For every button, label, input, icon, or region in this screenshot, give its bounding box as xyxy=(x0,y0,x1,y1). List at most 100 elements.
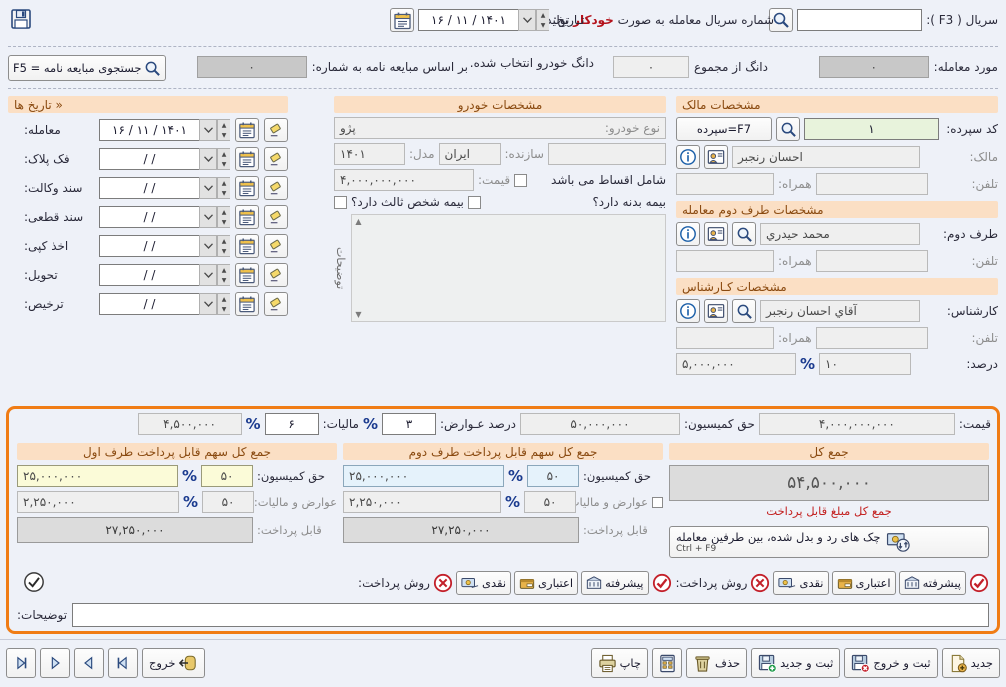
spinner-down-icon[interactable]: ▼ xyxy=(218,246,230,256)
date-spinner[interactable]: ▲ ▼ xyxy=(217,148,230,170)
spinner-up-icon[interactable]: ▲ xyxy=(218,178,230,188)
search-contract-button[interactable]: جستجوی مبایعه نامه = F5 xyxy=(8,55,167,81)
eraser-button[interactable] xyxy=(264,263,288,287)
expert-name-input[interactable]: آقاي احسان رنجبر xyxy=(760,300,920,322)
confirm-total-button[interactable] xyxy=(23,571,45,593)
spinner-down-icon[interactable]: ▼ xyxy=(218,130,230,140)
calendar-button[interactable] xyxy=(235,263,259,287)
second-party-phone-input[interactable] xyxy=(815,250,928,272)
eraser-button[interactable] xyxy=(264,176,288,200)
spinner-up-icon[interactable]: ▲ xyxy=(218,207,230,217)
body-insurance-checkbox[interactable] xyxy=(467,195,481,209)
scroll-up-icon[interactable]: ▲ xyxy=(355,217,361,226)
date-input[interactable]: ۱۴۰۱ / ۱۱ / ۱۶ xyxy=(418,9,518,31)
party2-duty-tax-checkbox[interactable] xyxy=(652,496,663,508)
date-spinner[interactable]: ▲ ▼ xyxy=(217,177,230,199)
party2-method-advanced[interactable]: پیشرفته xyxy=(898,571,966,595)
third-party-checkbox[interactable] xyxy=(334,195,347,209)
calendar-button[interactable] xyxy=(235,292,259,316)
date-input-combo[interactable]: ▲ ▼ / / xyxy=(99,264,230,286)
party1-duty-tax-percent[interactable]: ۵۰ xyxy=(202,491,254,513)
date-dropdown-arrow[interactable] xyxy=(199,293,217,315)
calculator-button[interactable] xyxy=(652,648,683,678)
date-dropdown-arrow[interactable] xyxy=(199,206,217,228)
date-dropdown-arrow[interactable] xyxy=(199,235,217,257)
save-and-new-button[interactable]: ثبت و جدید xyxy=(751,648,841,678)
nav-prev-button[interactable] xyxy=(40,648,70,678)
calendar-button[interactable] xyxy=(235,234,259,258)
tax-percent-input[interactable]: ۶ xyxy=(264,413,319,435)
party2-duty-tax-percent[interactable]: ۵۰ xyxy=(524,491,576,513)
second-party-info-button[interactable] xyxy=(676,222,700,246)
date-value[interactable]: / / xyxy=(99,148,199,170)
exit-button[interactable]: خروج xyxy=(142,648,206,678)
date-input-combo[interactable]: ▲ ▼ / / xyxy=(99,177,230,199)
date-input-combo[interactable]: ▲ ▼ / / xyxy=(99,206,230,228)
party2-commission-amount[interactable]: ۲۵,۰۰۰,۰۰۰ xyxy=(343,465,504,487)
party2-clear-button[interactable] xyxy=(750,573,770,593)
party2-method-credit[interactable]: اعتباری xyxy=(831,571,896,595)
price-input[interactable]: ۴,۰۰۰,۰۰۰,۰۰۰ xyxy=(334,169,474,191)
party1-method-credit[interactable]: اعتباری xyxy=(514,571,579,595)
date-dropdown-arrow[interactable] xyxy=(199,177,217,199)
date-dropdown-arrow[interactable] xyxy=(199,148,217,170)
spinner-up-icon[interactable]: ▲ xyxy=(218,120,230,130)
calendar-button[interactable] xyxy=(235,147,259,171)
date-value[interactable]: ۱۴۰۱ / ۱۱ / ۱۶ xyxy=(99,119,199,141)
finance-commission-input[interactable]: ۵۰,۰۰۰,۰۰۰ xyxy=(519,413,680,435)
spinner-up-icon[interactable]: ▲ xyxy=(537,10,549,20)
date-value[interactable]: / / xyxy=(99,293,199,315)
deposit-search-button[interactable] xyxy=(776,117,800,141)
second-party-card-button[interactable] xyxy=(704,222,728,246)
vehicle-type-input[interactable]: نوع خودرو: پژو xyxy=(334,117,666,139)
date-value[interactable]: / / xyxy=(99,235,199,257)
party1-method-cash[interactable]: نقدی xyxy=(455,571,512,595)
date-spinner[interactable]: ▲ ▼ xyxy=(217,264,230,286)
cheque-exchange-button[interactable]: چک های رد و بدل شده، بین طرفین معامله Ct… xyxy=(669,526,989,558)
calendar-button[interactable] xyxy=(235,205,259,229)
date-dropdown-arrow[interactable] xyxy=(199,264,217,286)
spinner-up-icon[interactable]: ▲ xyxy=(218,236,230,246)
date-spinner[interactable]: ▲ ▼ xyxy=(536,9,549,31)
expert-search-button[interactable] xyxy=(732,299,756,323)
expert-percent-input[interactable]: ۱۰ xyxy=(819,353,912,375)
delete-button[interactable]: حذف xyxy=(686,648,748,678)
date-picker-button[interactable] xyxy=(390,8,414,32)
spinner-down-icon[interactable]: ▼ xyxy=(218,304,230,314)
save-and-exit-button[interactable]: ثبت و خروج xyxy=(844,648,938,678)
maker-input[interactable]: ایران xyxy=(438,143,501,165)
date-input-combo[interactable]: ▲ ▼ / / xyxy=(99,293,230,315)
eraser-button[interactable] xyxy=(264,234,288,258)
eraser-button[interactable] xyxy=(264,292,288,316)
nav-next-button[interactable] xyxy=(74,648,104,678)
spinner-down-icon[interactable]: ▼ xyxy=(537,20,549,30)
spinner-up-icon[interactable]: ▲ xyxy=(218,294,230,304)
nav-first-button[interactable] xyxy=(6,648,36,678)
date-spinner[interactable]: ▲ ▼ xyxy=(217,235,230,257)
serial-input[interactable] xyxy=(797,9,923,31)
expert-card-button[interactable] xyxy=(704,299,728,323)
party2-duty-tax-amount[interactable]: ۲,۲۵۰,۰۰۰ xyxy=(343,491,501,513)
spinner-down-icon[interactable]: ▼ xyxy=(218,275,230,285)
subject-input[interactable]: ۰ xyxy=(818,56,929,78)
spinner-down-icon[interactable]: ▼ xyxy=(218,159,230,169)
party2-method-cash[interactable]: نقدی xyxy=(773,571,829,595)
date-value[interactable]: / / xyxy=(99,177,199,199)
nav-last-button[interactable] xyxy=(108,648,138,678)
party1-commission-amount[interactable]: ۲۵,۰۰۰,۰۰۰ xyxy=(17,465,178,487)
installment-checkbox[interactable] xyxy=(514,173,528,187)
scroll-down-icon[interactable]: ▼ xyxy=(355,310,361,319)
deposit-code-input[interactable]: ۱ xyxy=(804,118,939,140)
notes-scrollbar[interactable]: ▲ ▼ xyxy=(352,215,365,321)
eraser-button[interactable] xyxy=(264,205,288,229)
calendar-button[interactable] xyxy=(235,118,259,142)
owner-phone-input[interactable] xyxy=(815,173,928,195)
second-party-mobile-input[interactable] xyxy=(676,250,774,272)
party1-clear-button[interactable] xyxy=(433,573,453,593)
expert-phone-input[interactable] xyxy=(815,327,928,349)
date-spinner[interactable]: ▲ ▼ xyxy=(217,293,230,315)
date-dropdown-arrow[interactable] xyxy=(518,9,536,31)
finance-price-input[interactable]: ۴,۰۰۰,۰۰۰,۰۰۰ xyxy=(758,413,955,435)
dang-of-total-input[interactable]: ۰ xyxy=(613,56,689,78)
maker-extra-input[interactable] xyxy=(548,143,666,165)
